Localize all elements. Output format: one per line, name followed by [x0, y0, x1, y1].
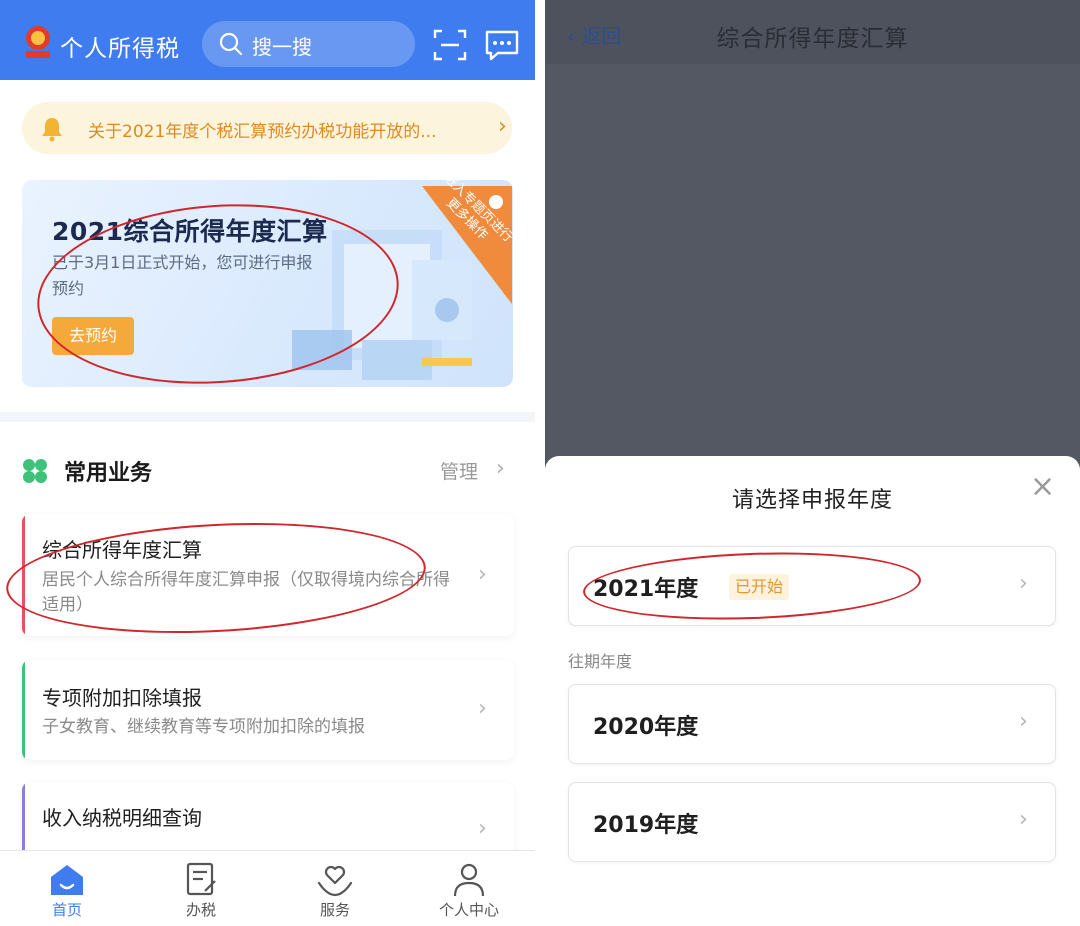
screenshot-root: 个人所得税 搜一搜 关于2021年度个税汇算预约办税功能开放的... › 进入专… — [0, 0, 1080, 926]
year-selection-screen: ‹ 返回 综合所得年度汇算 请选择申报年度 × 2021年度 已开始 › 往期年… — [545, 0, 1080, 926]
nav-header: ‹ 返回 综合所得年度汇算 — [545, 0, 1080, 64]
chevron-right-icon: › — [498, 114, 507, 139]
close-icon[interactable]: × — [1030, 472, 1055, 502]
search-bar[interactable]: 搜一搜 — [202, 21, 415, 67]
chevron-right-icon: › — [478, 562, 487, 587]
chevron-right-icon: › — [1019, 807, 1028, 832]
chevron-right-icon: › — [1019, 571, 1028, 596]
search-placeholder: 搜一搜 — [252, 35, 312, 59]
notice-text: 关于2021年度个税汇算预约办税功能开放的... — [88, 122, 437, 142]
tab-tax[interactable]: 办税 — [134, 851, 268, 926]
chevron-right-icon: › — [478, 696, 487, 721]
tab-home[interactable]: 首页 — [0, 851, 134, 926]
tab-service[interactable]: 服务 — [268, 851, 402, 926]
tab-label: 办税 — [185, 901, 216, 919]
tax-emblem-icon — [26, 26, 50, 58]
person-icon — [453, 863, 485, 897]
section-divider — [0, 412, 535, 422]
tab-profile[interactable]: 个人中心 — [402, 851, 535, 926]
scan-icon[interactable] — [432, 27, 468, 63]
chevron-right-icon: › — [1019, 709, 1028, 734]
card-title: 专项附加扣除填报 — [42, 686, 202, 710]
heart-hand-icon — [317, 865, 353, 897]
year-label: 2019年度 — [593, 813, 699, 838]
top-bar: 个人所得税 搜一搜 — [0, 0, 535, 80]
tab-label: 首页 — [51, 901, 82, 919]
bottom-tab-bar: 首页 办税 服务 个人中心 — [0, 850, 535, 926]
apps-icon — [23, 459, 47, 483]
app-title: 个人所得税 — [60, 36, 180, 62]
home-screen: 个人所得税 搜一搜 关于2021年度个税汇算预约办税功能开放的... › 进入专… — [0, 0, 535, 926]
card-subtitle: 子女教育、继续教育等专项附加扣除的填报 — [42, 717, 365, 737]
search-icon — [219, 32, 243, 56]
notice-bar[interactable]: 关于2021年度个税汇算预约办税功能开放的... › — [22, 102, 512, 154]
service-card-special-deduction[interactable]: 专项附加扣除填报 子女教育、继续教育等专项附加扣除的填报 › — [22, 660, 514, 760]
page-title: 综合所得年度汇算 — [716, 26, 909, 52]
year-label: 2020年度 — [593, 715, 699, 740]
message-icon[interactable] — [484, 28, 520, 62]
card-title: 收入纳税明细查询 — [42, 806, 202, 830]
chevron-right-icon: › — [496, 456, 505, 481]
card-accent — [22, 660, 25, 760]
section-title: 常用业务 — [64, 461, 153, 486]
bell-icon — [42, 118, 62, 142]
year-option-2019[interactable]: 2019年度 › — [568, 782, 1056, 862]
document-edit-icon — [186, 862, 216, 896]
year-option-2020[interactable]: 2020年度 › — [568, 684, 1056, 764]
chevron-right-icon: › — [478, 816, 487, 841]
sheet-title: 请选择申报年度 — [731, 488, 893, 513]
manage-link[interactable]: 管理 — [440, 457, 478, 484]
home-icon — [51, 865, 83, 895]
bottom-sheet: 请选择申报年度 × 2021年度 已开始 › 往期年度 2020年度 › 201… — [545, 456, 1080, 926]
tab-label: 个人中心 — [438, 901, 499, 919]
past-years-label: 往期年度 — [568, 652, 633, 671]
tab-label: 服务 — [319, 901, 350, 919]
